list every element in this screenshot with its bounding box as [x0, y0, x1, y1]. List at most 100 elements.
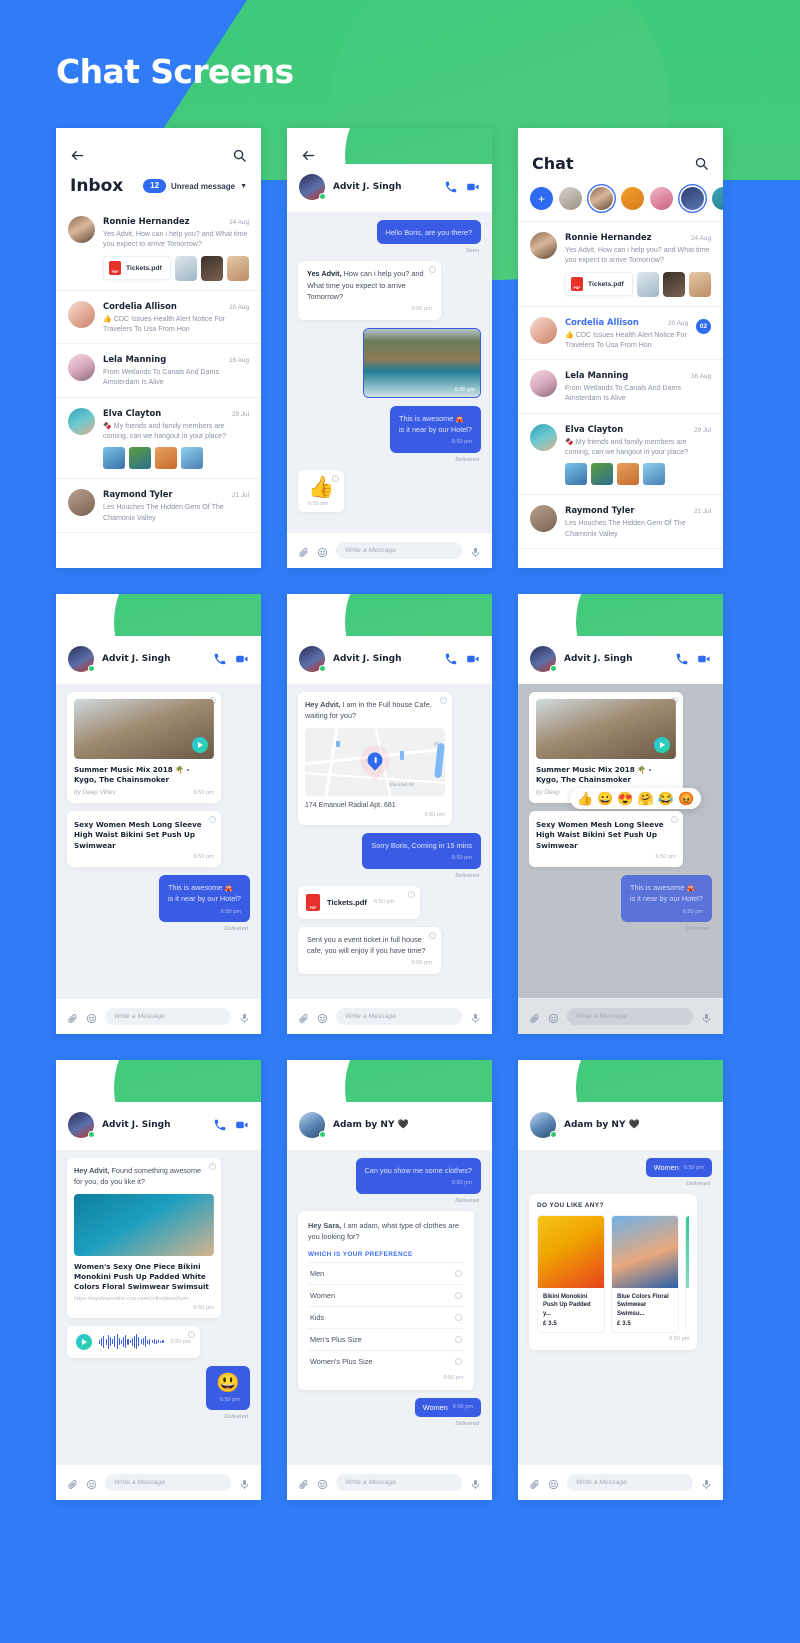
- story-avatar[interactable]: [559, 187, 582, 210]
- avatar[interactable]: [299, 1112, 326, 1138]
- reaction-angry-icon[interactable]: 😡: [678, 792, 694, 805]
- video-camera-icon[interactable]: [235, 652, 249, 666]
- emoji-smiley-icon[interactable]: [317, 545, 328, 558]
- video-camera-icon[interactable]: [466, 180, 480, 194]
- product-item[interactable]: Blue Colors Floral Swimwear Swimsu... £ …: [611, 1215, 679, 1334]
- waveform[interactable]: [99, 1334, 164, 1350]
- avatar[interactable]: [68, 646, 95, 672]
- list-item[interactable]: Elva Clayton 29 Jul 🍫 My friends and fam…: [518, 414, 723, 496]
- pdf-attachment[interactable]: Tickets.pdf: [103, 256, 171, 281]
- back-arrow-icon[interactable]: [301, 148, 316, 163]
- paperclip-icon[interactable]: [67, 1011, 78, 1023]
- thumbnail[interactable]: [688, 271, 711, 297]
- incoming-bubble[interactable]: i Sent you a event ticket in full house …: [298, 926, 441, 974]
- emoji-reaction-bar[interactable]: 👍 😀 😍 🤗 😂 😡: [570, 788, 702, 809]
- list-item[interactable]: Raymond Tyler 21 Jul Les Houches The Hid…: [518, 495, 723, 549]
- thumbnail[interactable]: [662, 271, 685, 297]
- play-icon[interactable]: [191, 737, 208, 753]
- avatar[interactable]: [530, 646, 557, 672]
- outgoing-bubble[interactable]: Sorry Boris, Coming in 15 mins 6:50 pm: [362, 832, 481, 869]
- photo-bubble[interactable]: 6:50 pm: [363, 327, 481, 398]
- story-avatar[interactable]: [621, 187, 644, 210]
- thumbnail[interactable]: [636, 271, 659, 297]
- preference-option-kids[interactable]: Kids: [308, 1305, 464, 1328]
- preference-option-women[interactable]: Women: [308, 1283, 464, 1306]
- list-item[interactable]: Elva Clayton 29 Jul 🍫 My friends and fam…: [56, 398, 261, 480]
- microphone-icon[interactable]: [239, 1477, 250, 1490]
- radio-button-icon[interactable]: [454, 1335, 462, 1343]
- preference-card[interactable]: Hey Sara, I am adam, what type of clothe…: [298, 1210, 474, 1390]
- emoji-bubble[interactable]: i 👍 6:50 pm: [298, 470, 345, 513]
- thumbnail[interactable]: [103, 447, 125, 470]
- phone-call-icon[interactable]: [213, 1118, 227, 1132]
- product-text-card[interactable]: i Sexy Women Mesh Long Sleeve High Waist…: [67, 810, 221, 868]
- info-icon[interactable]: i: [439, 697, 447, 704]
- avatar[interactable]: [299, 174, 326, 200]
- outgoing-bubble[interactable]: This is awesome 🎪 is it near by our Hote…: [389, 405, 481, 454]
- radio-button-icon[interactable]: [454, 1313, 462, 1321]
- thumbnail[interactable]: [200, 255, 223, 281]
- message-input[interactable]: Write a Message: [105, 1474, 231, 1491]
- story-avatar[interactable]: [590, 187, 613, 210]
- video-camera-icon[interactable]: [697, 652, 711, 666]
- attachment-row[interactable]: Tickets.pdf: [565, 271, 711, 297]
- emoji-smiley-icon[interactable]: [86, 1011, 97, 1024]
- stories-row[interactable]: +: [518, 183, 723, 222]
- thumbnail[interactable]: [174, 255, 197, 281]
- play-icon[interactable]: [653, 737, 670, 753]
- avatar[interactable]: [530, 1112, 557, 1138]
- reaction-joy-icon[interactable]: 😂: [658, 792, 674, 805]
- music-card[interactable]: i Summer Music Mix 2018 🌴 - Kygo, The Ch…: [529, 692, 683, 803]
- conversation-list[interactable]: Ronnie Hernandez 24 Aug Yes Advit, How c…: [518, 222, 723, 568]
- outgoing-bubble[interactable]: This is awesome 🎪 is it near by our Hote…: [158, 875, 250, 923]
- video-camera-icon[interactable]: [235, 1118, 249, 1132]
- phone-call-icon[interactable]: [444, 180, 458, 194]
- info-icon[interactable]: i: [332, 475, 340, 483]
- message-input[interactable]: Write a Message: [567, 1474, 693, 1491]
- incoming-bubble[interactable]: i Yes Advit, How can i help you? and Wha…: [298, 261, 441, 320]
- music-card[interactable]: i Summer Music Mix 2018 🌴 - Kygo, The Ch…: [67, 692, 221, 803]
- info-icon[interactable]: i: [670, 815, 678, 823]
- outgoing-bubble[interactable]: Can you show me some clothes? 6:50 pm: [355, 1158, 481, 1194]
- microphone-icon[interactable]: [239, 1011, 250, 1024]
- outgoing-bubble[interactable]: This is awesome 🎪 is it near by our Hote…: [620, 875, 712, 923]
- emoji-smiley-icon[interactable]: [317, 1477, 328, 1490]
- paperclip-icon[interactable]: [298, 1477, 309, 1489]
- emoji-smiley-icon[interactable]: [548, 1477, 559, 1490]
- info-icon[interactable]: i: [208, 1163, 216, 1170]
- emoji-smiley-icon[interactable]: [548, 1011, 559, 1024]
- message-input[interactable]: Write a Message: [105, 1008, 231, 1025]
- paperclip-icon[interactable]: [298, 1011, 309, 1023]
- product-text-card[interactable]: i Sexy Women Mesh Long Sleeve High Waist…: [529, 810, 683, 868]
- phone-call-icon[interactable]: [675, 652, 689, 666]
- attachment-row[interactable]: Tickets.pdf: [103, 255, 249, 281]
- answer-chip[interactable]: Women 6:50 pm: [645, 1158, 712, 1177]
- paperclip-icon[interactable]: [67, 1477, 78, 1489]
- story-avatar[interactable]: [650, 187, 673, 210]
- list-item[interactable]: Lela Manning 16 Aug From Wetlands To Can…: [518, 360, 723, 414]
- info-icon[interactable]: i: [187, 1330, 195, 1338]
- info-icon[interactable]: i: [208, 815, 216, 823]
- paperclip-icon[interactable]: [298, 545, 309, 557]
- search-icon[interactable]: [694, 156, 709, 171]
- outgoing-emoji-bubble[interactable]: 😃 6:50 pm: [206, 1365, 250, 1410]
- chevron-down-icon[interactable]: ▼: [240, 183, 247, 190]
- list-item[interactable]: Raymond Tyler 21 Jul Les Houches The Hid…: [56, 479, 261, 533]
- microphone-icon[interactable]: [701, 1477, 712, 1490]
- product-carousel-card[interactable]: DO YOU LIKE ANY? Bikini Monokini Push Up…: [529, 1194, 698, 1351]
- emoji-smiley-icon[interactable]: [86, 1477, 97, 1490]
- radio-button-icon[interactable]: [454, 1357, 462, 1365]
- microphone-icon[interactable]: [470, 1011, 481, 1024]
- reaction-heart-eyes-icon[interactable]: 😍: [617, 792, 633, 805]
- microphone-icon[interactable]: [470, 545, 481, 558]
- message-input[interactable]: Write a Message: [336, 1008, 462, 1025]
- unread-filter[interactable]: 12 Unread message ▼: [143, 179, 247, 193]
- thumbnail[interactable]: [181, 447, 203, 470]
- microphone-icon[interactable]: [701, 1011, 712, 1024]
- voice-note-card[interactable]: i 6:50 pm: [67, 1325, 200, 1358]
- location-card[interactable]: i Hey Advit, I am in the Full house Cafe…: [298, 692, 452, 825]
- message-input[interactable]: Write a Message: [336, 542, 462, 559]
- list-item[interactable]: Ronnie Hernandez 24 Aug Yes Advit, How c…: [518, 222, 723, 307]
- attachment-row[interactable]: [565, 463, 711, 486]
- pdf-message-card[interactable]: i Tickets.pdf 6:50 pm: [298, 885, 421, 919]
